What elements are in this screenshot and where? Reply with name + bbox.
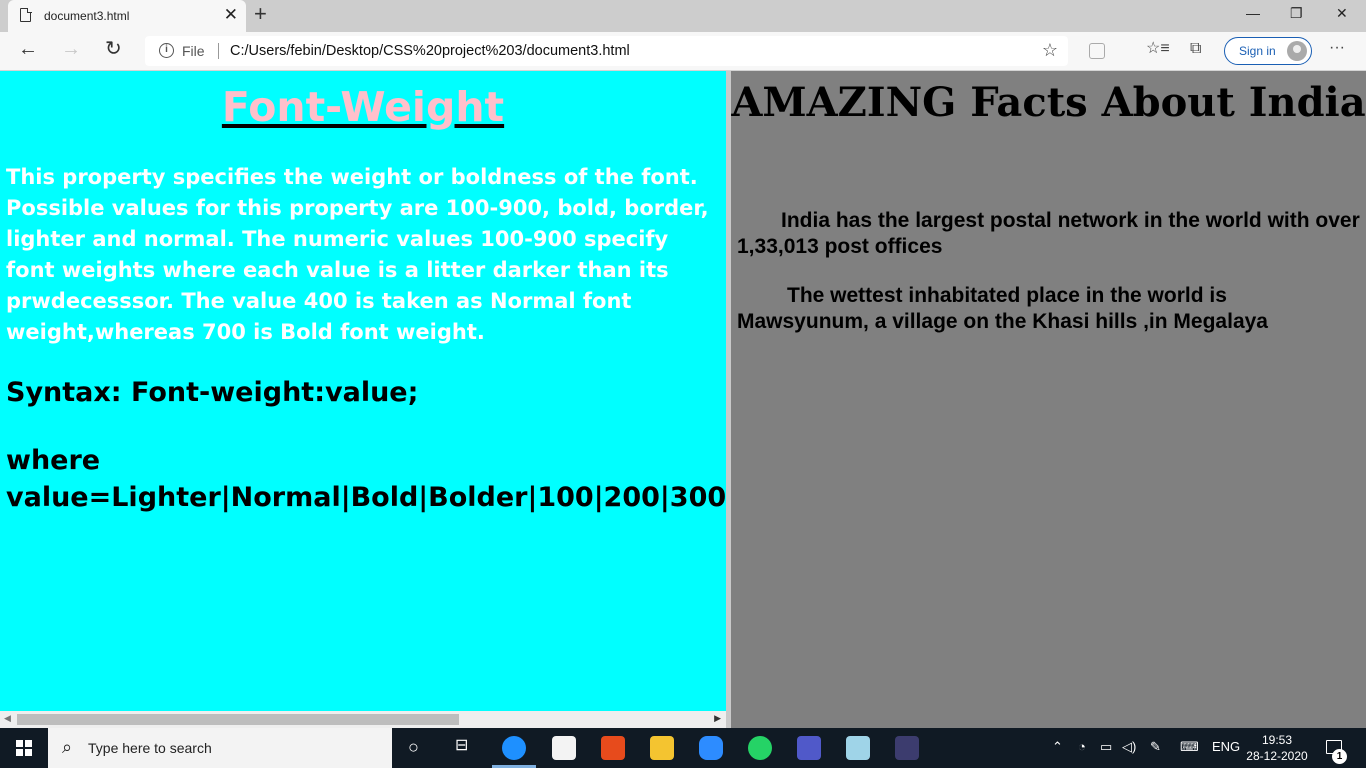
tab-close-button[interactable]: ✕ — [224, 6, 238, 23]
syntax-text: Syntax: Font-weight:value; — [6, 377, 419, 408]
taskbar: ⌕ Type here to search ○ ⊟ ⌃ ◔ ▭ ◁) ✎ ⌨ E… — [0, 728, 1366, 768]
refresh-icon[interactable]: ↻ — [105, 39, 122, 59]
office-icon[interactable] — [601, 736, 625, 760]
forward-icon[interactable]: → — [61, 39, 81, 59]
clock-date: 28-12-2020 — [1246, 749, 1308, 763]
scroll-left-icon[interactable]: ◀ — [4, 713, 11, 724]
notification-badge: 1 — [1332, 749, 1347, 764]
avatar-icon — [1287, 41, 1307, 61]
where-text: where — [6, 445, 101, 476]
info-icon[interactable]: i — [159, 43, 174, 58]
scroll-right-icon[interactable]: ▶ — [714, 713, 721, 724]
horizontal-scrollbar[interactable]: ◀ ▶ — [0, 711, 726, 728]
collections-icon[interactable]: ⧉ — [1190, 41, 1201, 57]
search-icon: ⌕ — [62, 737, 73, 757]
scheme-label: File — [182, 43, 205, 59]
tab-title: document3.html — [44, 9, 130, 23]
fact-paragraph: The wettest inhabitated place in the wor… — [737, 284, 1268, 333]
chevron-up-icon[interactable]: ⌃ — [1052, 740, 1063, 753]
new-tab-button[interactable]: + — [254, 3, 267, 25]
extension-icon[interactable] — [1089, 43, 1105, 59]
scrollbar-thumb[interactable] — [17, 714, 459, 725]
pen-icon[interactable]: ✎ — [1150, 740, 1161, 753]
window-close-button[interactable]: ✕ — [1336, 6, 1348, 20]
windows-start-icon[interactable] — [16, 740, 32, 756]
font-weight-description: This property specifies the weight or bo… — [6, 165, 709, 344]
language-indicator[interactable]: ENG — [1212, 740, 1240, 753]
font-weight-heading: Font-Weight — [221, 83, 505, 131]
tab-strip: document3.html ✕ + — ❐ ✕ — [0, 0, 1366, 32]
battery-icon[interactable]: ▭ — [1100, 740, 1112, 753]
store-icon[interactable] — [552, 736, 576, 760]
whatsapp-icon[interactable] — [748, 736, 772, 760]
fact-paragraph: India has the largest postal network in … — [737, 209, 1360, 258]
notepad-icon[interactable] — [846, 736, 870, 760]
sign-in-label: Sign in — [1239, 44, 1276, 58]
restore-button[interactable]: ❐ — [1290, 6, 1303, 20]
keyboard-icon[interactable]: ⌨ — [1180, 740, 1199, 753]
address-bar[interactable]: i File C:/Users/febin/Desktop/CSS%20proj… — [145, 36, 1068, 66]
favorites-icon[interactable]: ☆≡ — [1146, 41, 1170, 57]
back-icon[interactable]: ← — [18, 39, 38, 59]
teams-icon[interactable] — [797, 736, 821, 760]
edge-icon[interactable] — [502, 736, 526, 760]
amazing-facts-heading: AMAZING Facts About India — [731, 79, 1366, 126]
file-explorer-icon[interactable] — [650, 736, 674, 760]
url-text[interactable]: C:/Users/febin/Desktop/CSS%20project%203… — [230, 43, 630, 59]
minimize-button[interactable]: — — [1246, 6, 1260, 20]
taskbar-search-box[interactable]: ⌕ Type here to search — [48, 728, 392, 768]
right-frame: AMAZING Facts About India India has the … — [731, 71, 1366, 728]
task-view-icon[interactable]: ⊟ — [455, 738, 468, 754]
favorite-star-icon[interactable]: ☆ — [1042, 40, 1058, 61]
page-icon — [20, 7, 32, 22]
url-separator — [218, 43, 219, 59]
clock[interactable]: 19:53 28-12-2020 — [1246, 732, 1308, 764]
vscode-icon[interactable] — [895, 736, 919, 760]
more-menu-icon[interactable]: ··· — [1329, 40, 1345, 56]
wifi-icon[interactable]: ◔ — [1078, 740, 1086, 753]
browser-tab[interactable]: document3.html ✕ — [8, 0, 246, 32]
browser-toolbar: ← → ↻ i File C:/Users/febin/Desktop/CSS%… — [0, 32, 1366, 71]
value-list-text: value=Lighter|Normal|Bold|Bolder|100|200… — [6, 482, 726, 513]
left-frame: Font-Weight This property specifies the … — [0, 71, 726, 728]
zoom-icon[interactable] — [699, 736, 723, 760]
cortana-icon[interactable]: ○ — [408, 738, 419, 756]
search-placeholder: Type here to search — [88, 740, 212, 756]
sign-in-button[interactable]: Sign in — [1224, 37, 1312, 65]
volume-icon[interactable]: ◁) — [1122, 740, 1136, 753]
clock-time: 19:53 — [1261, 733, 1293, 747]
